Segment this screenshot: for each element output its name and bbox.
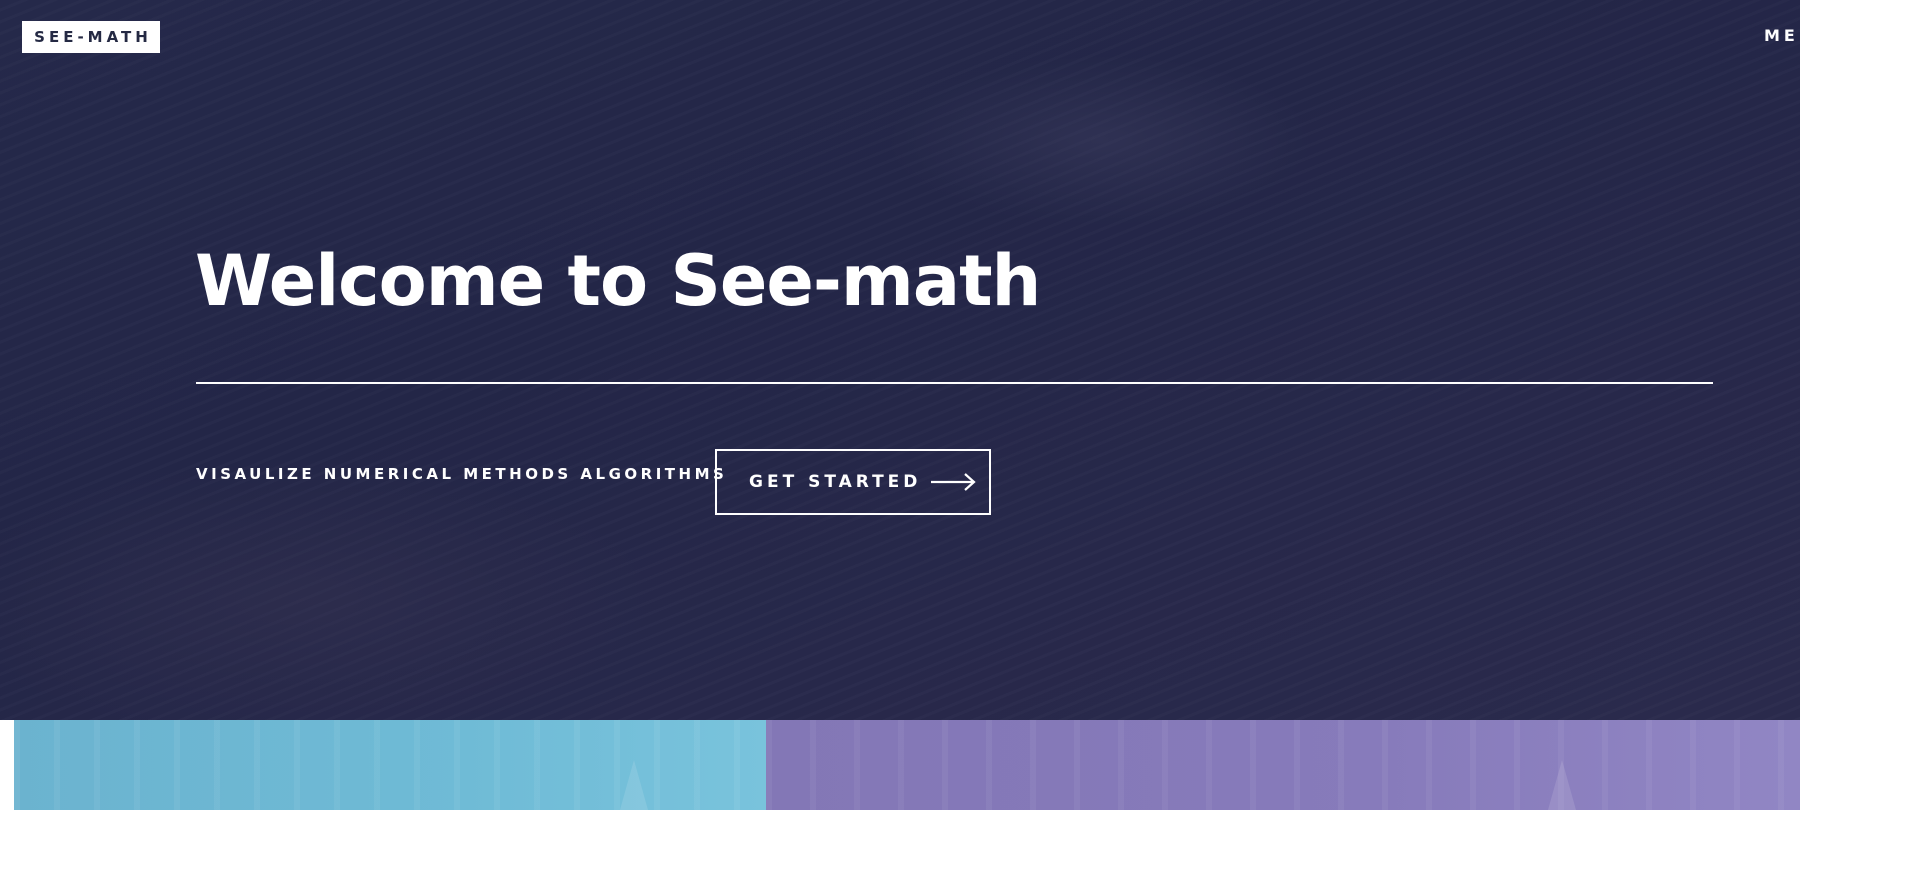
get-started-button[interactable]: GET STARTED [715,449,991,515]
site-logo[interactable]: SEE-MATH [22,21,160,53]
page-viewport: SEE-MATH ME Welcome to See-math VISAULIZ… [0,0,1800,810]
menu-link[interactable]: ME [1764,26,1799,45]
building-spire-shape [620,760,648,810]
hero-title: Welcome to See-math [195,240,1041,322]
hero-divider [196,382,1713,384]
arrow-right-icon [931,473,977,491]
get-started-label: GET STARTED [749,472,922,492]
feature-tile-blue[interactable] [14,720,766,810]
building-spire-shape [1548,760,1576,810]
feature-tile-purple[interactable] [766,720,1800,810]
hero-banner: SEE-MATH ME Welcome to See-math VISAULIZ… [0,0,1800,720]
hero-tagline: VISAULIZE NUMERICAL METHODS ALGORITHMS [196,465,728,483]
